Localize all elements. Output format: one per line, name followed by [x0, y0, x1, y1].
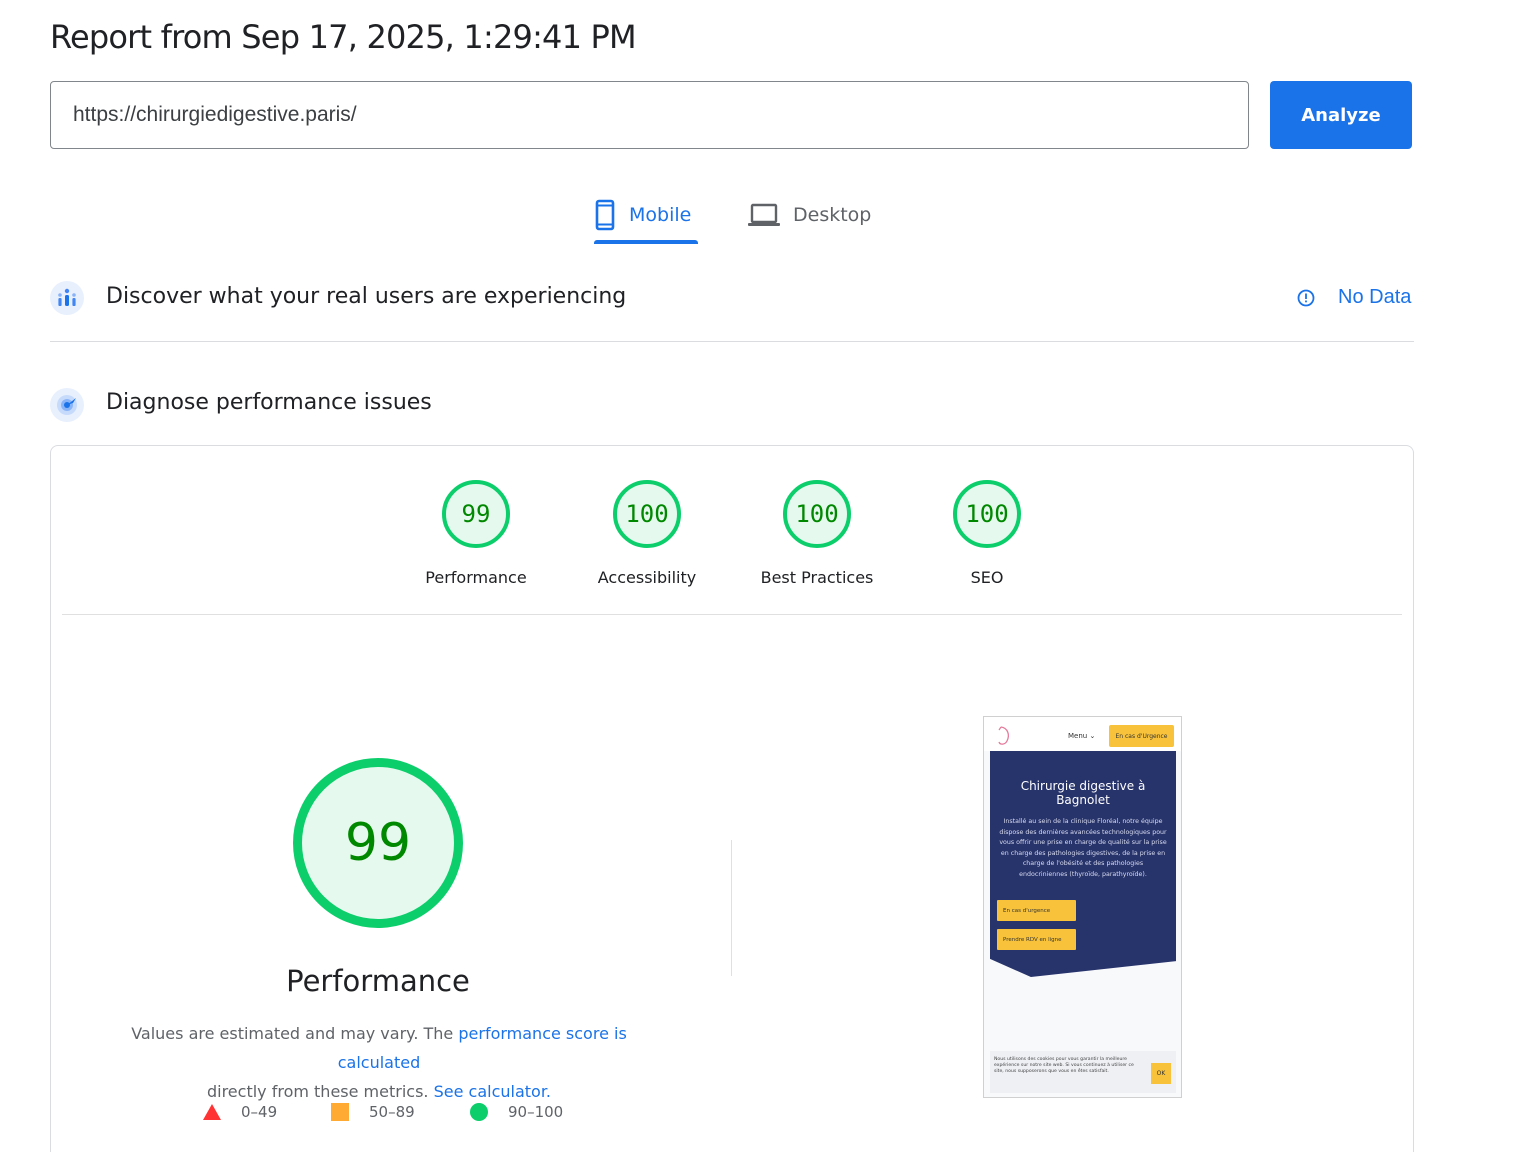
- triangle-icon: [203, 1104, 221, 1120]
- performance-score-gauge: 99: [293, 758, 463, 928]
- site-rdv-button: Prendre RDV en ligne: [997, 929, 1076, 950]
- disclaimer-text: directly from these metrics.: [206, 1082, 434, 1101]
- site-urgent-button: En cas d'Urgence: [1109, 725, 1174, 747]
- site-menu: Menu ⌄: [1068, 732, 1096, 740]
- gauge-best-practices[interactable]: 100 Best Practices: [737, 480, 897, 587]
- laptop-icon: [747, 202, 781, 228]
- no-data-label: No Data: [1338, 286, 1412, 308]
- gauge-seo[interactable]: 100 SEO: [907, 480, 1067, 587]
- tab-desktop-label: Desktop: [793, 204, 872, 226]
- site-hero: Chirurgie digestive à Bagnolet Installé …: [990, 751, 1176, 977]
- gauge-score: 100: [783, 480, 851, 548]
- gauge-label: Accessibility: [597, 568, 697, 587]
- section-divider: [50, 341, 1414, 342]
- vertical-divider: [731, 840, 732, 976]
- see-calculator-link[interactable]: See calculator.: [434, 1082, 551, 1101]
- site-cookie-banner: Nous utilisons des cookies pour vous gar…: [990, 1051, 1176, 1093]
- phone-icon: [593, 199, 617, 231]
- lighthouse-icon: [50, 388, 84, 422]
- cookie-ok-button: OK: [1151, 1063, 1171, 1084]
- field-data-title: Discover what your real users are experi…: [106, 284, 627, 309]
- site-intro: Installé au sein de la clinique Floréal,…: [999, 818, 1167, 878]
- gauge-accessibility[interactable]: 100 Accessibility: [567, 480, 727, 587]
- tab-mobile[interactable]: Mobile: [593, 190, 691, 240]
- legend-fail: 0–49: [203, 1103, 277, 1121]
- gauges-divider: [62, 614, 1402, 615]
- gauge-score: 100: [953, 480, 1021, 548]
- legend-range: 0–49: [241, 1103, 278, 1121]
- site-header: Menu ⌄ En cas d'Urgence: [984, 717, 1181, 751]
- cookie-text: Nous utilisons des cookies pour vous gar…: [994, 1057, 1134, 1074]
- no-data-status[interactable]: No Data: [1296, 286, 1411, 309]
- gauge-label: Performance: [425, 568, 527, 587]
- gauge-score: 100: [613, 480, 681, 548]
- url-input[interactable]: https://chirurgiedigestive.paris/: [50, 81, 1249, 149]
- legend-pass: 90–100: [470, 1103, 563, 1121]
- site-logo-icon: [996, 725, 1012, 751]
- gauge-label: Best Practices: [760, 568, 874, 587]
- site-urgence-button: En cas d'urgence: [997, 900, 1076, 921]
- info-icon: [1296, 288, 1316, 308]
- legend-average: 50–89: [331, 1103, 415, 1121]
- circle-icon: [470, 1103, 488, 1121]
- tab-desktop[interactable]: Desktop: [747, 190, 871, 240]
- crux-users-icon: [50, 281, 84, 315]
- active-tab-indicator: [594, 240, 698, 244]
- performance-heading: Performance: [286, 964, 470, 998]
- disclaimer-text: Values are estimated and may vary. The: [131, 1024, 459, 1043]
- lab-data-title: Diagnose performance issues: [106, 390, 432, 415]
- score-disclaimer: Values are estimated and may vary. The p…: [90, 1019, 668, 1106]
- final-screenshot[interactable]: Menu ⌄ En cas d'Urgence Chirurgie digest…: [983, 716, 1182, 1098]
- report-title: Report from Sep 17, 2025, 1:29:41 PM: [50, 18, 637, 56]
- gauge-score: 99: [442, 480, 510, 548]
- site-heading: Chirurgie digestive à Bagnolet: [1020, 779, 1146, 807]
- gauge-label: SEO: [970, 568, 1004, 587]
- legend-range: 50–89: [369, 1103, 415, 1121]
- legend-range: 90–100: [508, 1103, 564, 1121]
- analyze-button[interactable]: Analyze: [1270, 81, 1412, 149]
- gauge-performance[interactable]: 99 Performance: [396, 480, 556, 587]
- square-icon: [331, 1103, 349, 1121]
- tab-mobile-label: Mobile: [629, 204, 692, 226]
